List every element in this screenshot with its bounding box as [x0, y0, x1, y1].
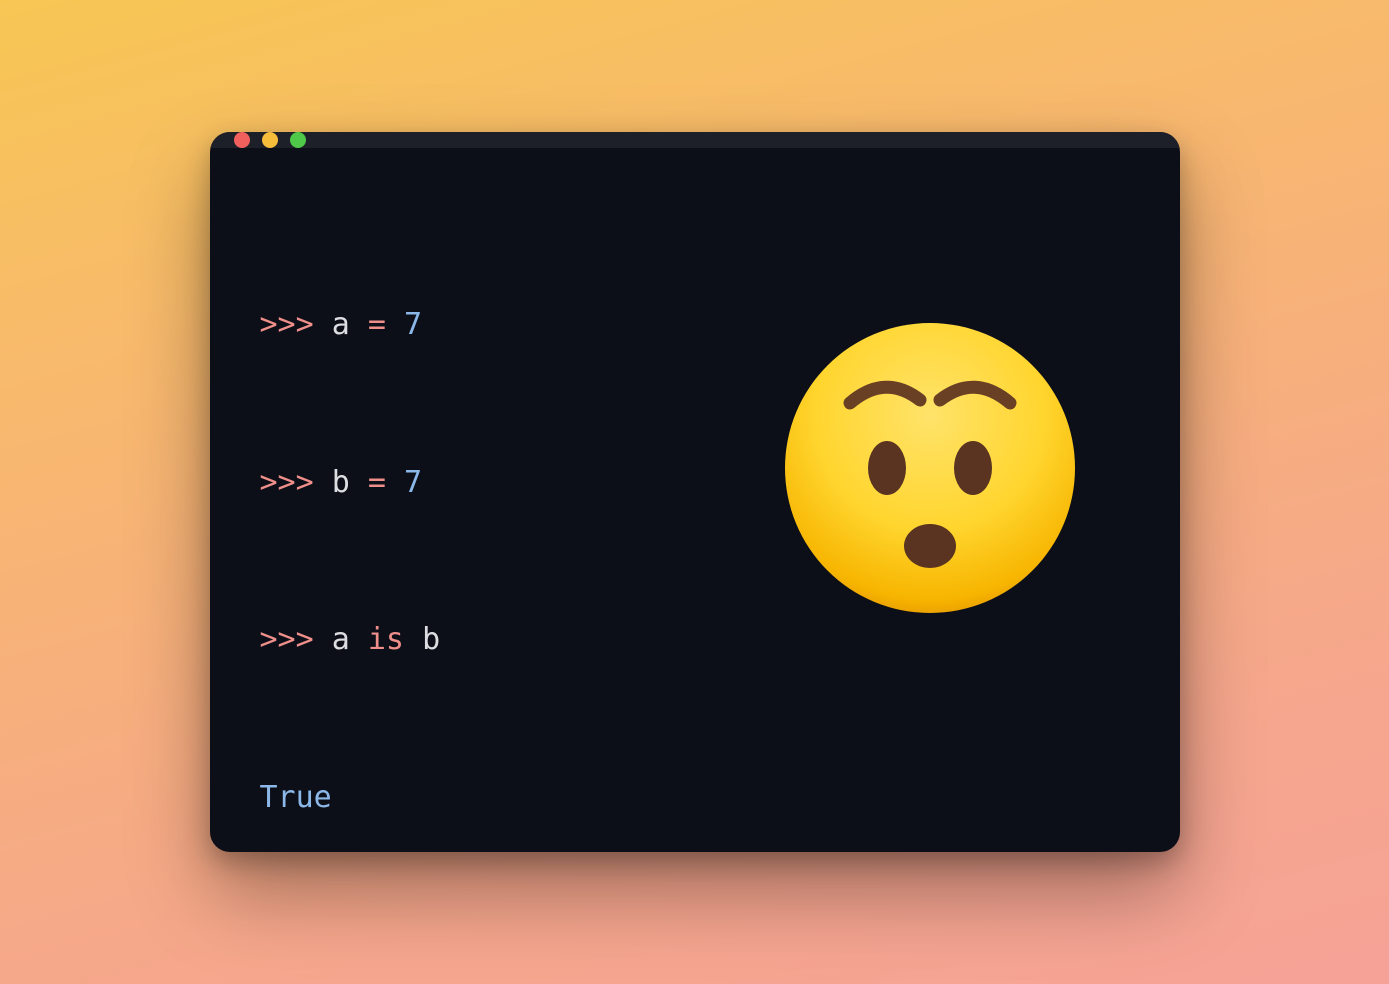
identifier: b	[332, 465, 350, 500]
operator: =	[368, 307, 386, 342]
close-icon[interactable]	[234, 132, 250, 148]
repl-prompt: >>>	[260, 307, 314, 342]
number-literal: 7	[404, 307, 422, 342]
bool-literal: True	[260, 780, 332, 815]
window-titlebar	[210, 132, 1180, 148]
hushed-face-icon	[780, 318, 1080, 618]
repl-prompt: >>>	[260, 465, 314, 500]
number-literal: 7	[404, 465, 422, 500]
code-line: >>> a is b	[260, 614, 1130, 667]
identifier: a	[332, 622, 350, 657]
identifier: a	[332, 307, 350, 342]
output-line: True	[260, 772, 1130, 825]
minimize-icon[interactable]	[262, 132, 278, 148]
terminal-body: >>> a = 7 >>> b = 7 >>> a is b True >>> …	[210, 148, 1180, 852]
identifier: b	[422, 622, 440, 657]
terminal-window: >>> a = 7 >>> b = 7 >>> a is b True >>> …	[210, 132, 1180, 852]
repl-prompt: >>>	[260, 622, 314, 657]
keyword: is	[368, 622, 404, 657]
operator: =	[368, 465, 386, 500]
zoom-icon[interactable]	[290, 132, 306, 148]
